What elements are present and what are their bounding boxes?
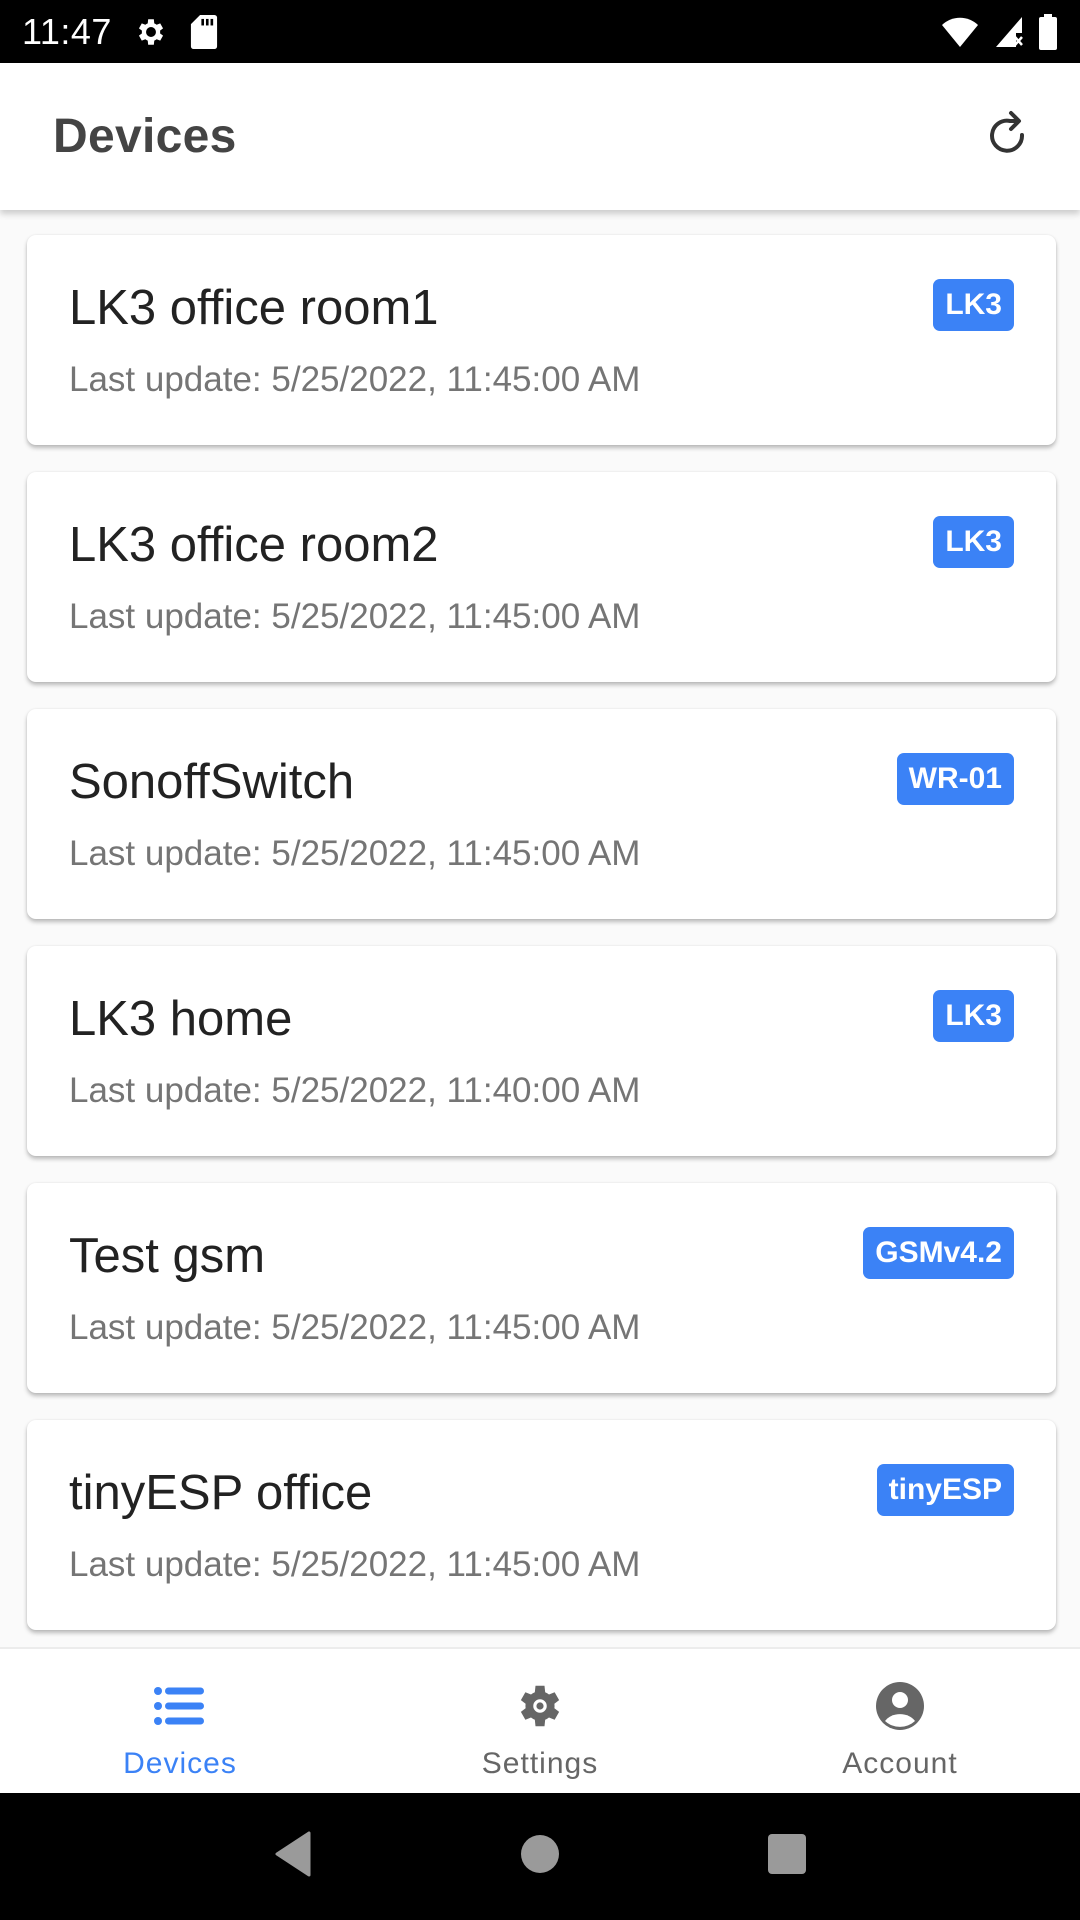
system-back-button[interactable] [263,1827,323,1887]
device-last-update: Last update: 5/25/2022, 11:45:00 AM [69,1545,641,1584]
status-time: 11:47 [22,10,112,52]
wifi-icon [940,15,980,49]
device-name: Test gsm [69,1229,266,1283]
device-name: LK3 office room2 [69,518,439,572]
device-name: LK3 office room1 [69,281,439,335]
device-type-badge: LK3 [933,516,1014,568]
status-right [940,13,1058,50]
device-last-update: Last update: 5/25/2022, 11:45:00 AM [69,360,641,399]
status-bar: 11:47 [0,0,1080,63]
nav-item-settings[interactable]: Settings [360,1649,720,1793]
device-list[interactable]: LK3 office room1 Last update: 5/25/2022,… [0,210,1080,1647]
device-name: SonoffSwitch [69,755,355,809]
device-name: tinyESP office [69,1466,373,1520]
status-left: 11:47 [22,11,218,53]
device-type-badge: LK3 [933,279,1014,331]
device-last-update: Last update: 5/25/2022, 11:40:00 AM [69,1071,641,1110]
app-bar: Devices [0,63,1080,210]
device-type-badge: LK3 [933,990,1014,1042]
nav-label-account: Account [842,1747,958,1780]
nav-item-account[interactable]: Account [720,1649,1080,1793]
sd-card-icon [190,14,218,49]
list-icon [153,1679,207,1733]
system-home-button[interactable] [510,1827,570,1887]
nav-label-settings: Settings [481,1747,599,1780]
device-card[interactable]: tinyESP office Last update: 5/25/2022, 1… [27,1420,1056,1630]
recents-icon [767,1833,807,1880]
account-circle-icon [873,1679,927,1733]
device-card[interactable]: Test gsm Last update: 5/25/2022, 11:45:0… [27,1183,1056,1393]
device-type-badge: tinyESP [876,1464,1014,1516]
signal-no-data-icon [994,15,1024,49]
battery-icon [1038,13,1058,50]
device-type-badge: WR-01 [896,753,1014,805]
bottom-navigation: Devices Settings Account [0,1647,1080,1793]
page-title: Devices [53,110,237,163]
device-last-update: Last update: 5/25/2022, 11:45:00 AM [69,1308,641,1347]
nav-item-devices[interactable]: Devices [0,1649,360,1793]
device-last-update: Last update: 5/25/2022, 11:45:00 AM [69,597,641,636]
device-name: LK3 home [69,992,293,1046]
nav-label-devices: Devices [123,1747,237,1780]
device-card[interactable]: LK3 office room2 Last update: 5/25/2022,… [27,472,1056,682]
device-card[interactable]: SonoffSwitch Last update: 5/25/2022, 11:… [27,709,1056,919]
system-recents-button[interactable] [757,1827,817,1887]
back-icon [273,1831,313,1882]
device-card[interactable]: LK3 home Last update: 5/25/2022, 11:40:0… [27,946,1056,1156]
refresh-icon [980,107,1034,166]
device-type-badge: GSMv4.2 [863,1227,1014,1279]
system-navigation-bar [0,1793,1080,1920]
settings-gear-icon [513,1679,567,1733]
device-card[interactable]: LK3 office room1 Last update: 5/25/2022,… [27,235,1056,445]
home-icon [519,1833,561,1880]
refresh-button[interactable] [975,105,1039,169]
device-last-update: Last update: 5/25/2022, 11:45:00 AM [69,834,641,873]
gear-icon [134,15,168,49]
